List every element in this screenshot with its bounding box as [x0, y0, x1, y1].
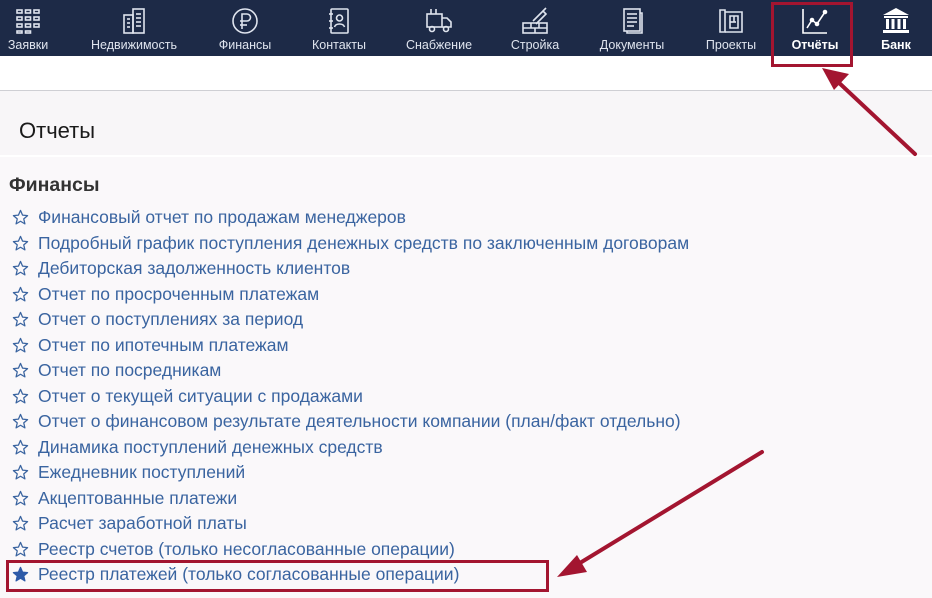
star-outline-icon[interactable]: [12, 362, 29, 379]
nav-item-contacts[interactable]: Контакты: [304, 0, 374, 56]
nav-label: Банк: [881, 38, 911, 52]
report-item[interactable]: Подробный график поступления денежных ср…: [12, 231, 689, 256]
nav-label: Проекты: [705, 38, 757, 52]
nav-item-bank[interactable]: Банк: [868, 0, 924, 56]
buildings-icon: [119, 6, 149, 36]
truck-icon: [424, 6, 454, 36]
report-item[interactable]: Отчет по просроченным платежам: [12, 282, 319, 307]
nav-label: Заявки: [7, 38, 49, 52]
star-outline-icon[interactable]: [12, 337, 29, 354]
nav-item-finance[interactable]: Финансы: [212, 0, 278, 56]
star-outline-icon[interactable]: [12, 388, 29, 405]
report-link[interactable]: Отчет по просроченным платежам: [38, 284, 319, 305]
report-link[interactable]: Реестр счетов (только несогласованные оп…: [38, 539, 455, 560]
trowel-wall-icon: [520, 6, 550, 36]
nav-item-requests[interactable]: Заявки: [0, 0, 56, 56]
star-outline-icon[interactable]: [12, 286, 29, 303]
report-link[interactable]: Реестр платежей (только согласованные оп…: [38, 564, 459, 585]
line-chart-icon: [800, 6, 830, 36]
top-navigation-bar: Заявки Недвижимость Финансы Контакты Сна…: [0, 0, 932, 56]
ruble-coin-icon: [230, 6, 260, 36]
nav-label: Контакты: [312, 38, 366, 52]
star-outline-icon[interactable]: [12, 464, 29, 481]
star-outline-icon[interactable]: [12, 515, 29, 532]
nav-item-supply[interactable]: Снабжение: [399, 0, 479, 56]
report-item[interactable]: Расчет заработной платы: [12, 511, 247, 536]
section-title-finance: Финансы: [9, 174, 100, 196]
star-outline-icon[interactable]: [12, 311, 29, 328]
report-link[interactable]: Отчет по посредникам: [38, 360, 221, 381]
star-outline-icon[interactable]: [12, 413, 29, 430]
nav-label: Недвижимость: [91, 38, 177, 52]
grid-dots-icon: [13, 6, 43, 36]
star-filled-icon[interactable]: [12, 566, 29, 583]
nav-label: Финансы: [218, 38, 272, 52]
report-item[interactable]: Отчет по посредникам: [12, 358, 221, 383]
nav-item-construction[interactable]: Стройка: [504, 0, 566, 56]
report-item[interactable]: Отчет о финансовом результате деятельнос…: [12, 409, 681, 434]
bank-building-icon: [881, 6, 911, 36]
report-link[interactable]: Отчет о финансовом результате деятельнос…: [38, 411, 681, 432]
nav-item-reports[interactable]: Отчёты: [784, 0, 846, 56]
star-outline-icon[interactable]: [12, 260, 29, 277]
report-link[interactable]: Отчет о поступлениях за период: [38, 309, 303, 330]
star-outline-icon[interactable]: [12, 541, 29, 558]
report-item[interactable]: Отчет о текущей ситуации с продажами: [12, 384, 363, 409]
report-link[interactable]: Динамика поступлений денежных средств: [38, 437, 383, 458]
report-item[interactable]: Акцептованные платежи: [12, 486, 237, 511]
report-item-starred[interactable]: Реестр платежей (только согласованные оп…: [12, 562, 459, 587]
nav-label: Документы: [599, 38, 665, 52]
report-link[interactable]: Отчет о текущей ситуации с продажами: [38, 386, 363, 407]
nav-item-documents[interactable]: Документы: [590, 0, 674, 56]
report-item[interactable]: Динамика поступлений денежных средств: [12, 435, 383, 460]
report-link[interactable]: Дебиторская задолженность клиентов: [38, 258, 350, 279]
nav-label: Стройка: [510, 38, 560, 52]
report-link[interactable]: Ежедневник поступлений: [38, 462, 245, 483]
nav-label: Снабжение: [405, 38, 473, 52]
report-item[interactable]: Отчет о поступлениях за период: [12, 307, 303, 332]
report-item[interactable]: Дебиторская задолженность клиентов: [12, 256, 350, 281]
nav-label: Отчёты: [791, 38, 839, 52]
secondary-toolbar: [0, 56, 932, 91]
document-icon: [617, 6, 647, 36]
report-link[interactable]: Финансовый отчет по продажам менеджеров: [38, 207, 406, 228]
report-link[interactable]: Акцептованные платежи: [38, 488, 237, 509]
star-outline-icon[interactable]: [12, 235, 29, 252]
blueprint-icon: [716, 6, 746, 36]
report-item[interactable]: Отчет по ипотечным платежам: [12, 333, 289, 358]
page-title: Отчеты: [19, 118, 96, 143]
report-link[interactable]: Отчет по ипотечным платежам: [38, 335, 289, 356]
star-outline-icon[interactable]: [12, 490, 29, 507]
report-item[interactable]: Реестр счетов (только несогласованные оп…: [12, 537, 455, 562]
star-outline-icon[interactable]: [12, 209, 29, 226]
page-header: [0, 91, 932, 155]
report-link[interactable]: Расчет заработной платы: [38, 513, 247, 534]
report-item[interactable]: Ежедневник поступлений: [12, 460, 245, 485]
report-item[interactable]: Финансовый отчет по продажам менеджеров: [12, 205, 406, 230]
nav-item-real-estate[interactable]: Недвижимость: [82, 0, 186, 56]
address-book-icon: [324, 6, 354, 36]
star-outline-icon[interactable]: [12, 439, 29, 456]
nav-item-projects[interactable]: Проекты: [698, 0, 764, 56]
report-link[interactable]: Подробный график поступления денежных ср…: [38, 233, 689, 254]
